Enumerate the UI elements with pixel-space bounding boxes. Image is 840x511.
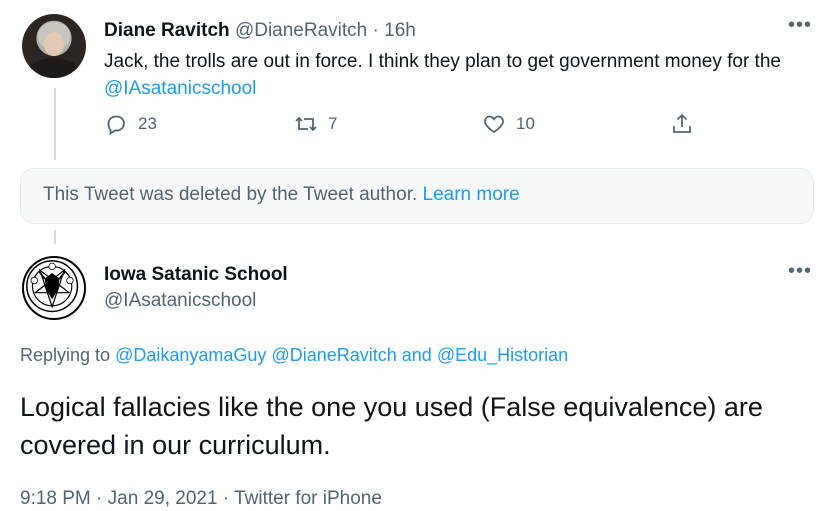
like-icon bbox=[484, 115, 504, 134]
author-handle[interactable]: @IAsatanicschool bbox=[104, 288, 288, 314]
deleted-tweet-notice: This Tweet was deleted by the Tweet auth… bbox=[20, 168, 814, 224]
deleted-notice-text: This Tweet was deleted by the Tweet auth… bbox=[43, 184, 418, 205]
more-icon[interactable]: ••• bbox=[788, 14, 812, 37]
tweet-diane-ravitch[interactable]: Diane Ravitch @DianeRavitch · 16h ••• Ja… bbox=[0, 0, 840, 165]
reply-icon bbox=[107, 115, 125, 136]
thread-line bbox=[54, 230, 56, 244]
retweet-icon bbox=[295, 116, 317, 132]
replying-and[interactable]: and bbox=[402, 345, 432, 365]
tweet-source[interactable]: Twitter for iPhone bbox=[234, 488, 382, 509]
separator-dot: · bbox=[372, 20, 379, 41]
like-count: 10 bbox=[516, 114, 535, 133]
avatar[interactable] bbox=[22, 14, 86, 78]
share-button[interactable] bbox=[670, 112, 694, 136]
mention-link[interactable]: @IAsatanicschool bbox=[104, 78, 256, 99]
more-icon[interactable]: ••• bbox=[788, 260, 812, 283]
separator-dot: · bbox=[96, 488, 103, 509]
tweet-header: Diane Ravitch @DianeRavitch · 16h bbox=[104, 20, 416, 42]
tweet-date[interactable]: Jan 29, 2021 bbox=[108, 488, 218, 509]
tweet-meta: 9:18 PM · Jan 29, 2021 · Twitter for iPh… bbox=[20, 488, 382, 510]
timestamp[interactable]: 16h bbox=[384, 20, 416, 41]
replying-to: Replying to @DaikanyamaGuy @DianeRavitch… bbox=[20, 345, 568, 366]
author-name[interactable]: Diane Ravitch bbox=[104, 20, 230, 41]
like-button[interactable]: 10 bbox=[482, 112, 535, 136]
tweet-time[interactable]: 9:18 PM bbox=[20, 488, 91, 509]
learn-more-link[interactable]: Learn more bbox=[423, 184, 520, 205]
tweet-text-body: Jack, the trolls are out in force. I thi… bbox=[104, 51, 781, 72]
reply-button[interactable]: 23 bbox=[104, 112, 157, 136]
author-name[interactable]: Iowa Satanic School bbox=[104, 264, 288, 285]
retweet-button[interactable]: 7 bbox=[294, 112, 337, 136]
pentagram-icon bbox=[26, 260, 79, 313]
tweet-header: Iowa Satanic School @IAsatanicschool bbox=[104, 262, 288, 314]
tweet-text: Logical fallacies like the one you used … bbox=[20, 392, 763, 460]
mention-link[interactable]: @DianeRavitch bbox=[271, 345, 396, 365]
mention-link[interactable]: @Edu_Historian bbox=[437, 345, 568, 365]
author-handle[interactable]: @DianeRavitch bbox=[235, 20, 367, 41]
tweet-text: Jack, the trolls are out in force. I thi… bbox=[104, 48, 814, 102]
replying-prefix: Replying to bbox=[20, 345, 111, 365]
separator-dot: · bbox=[222, 488, 230, 509]
retweet-count: 7 bbox=[328, 114, 338, 133]
avatar[interactable] bbox=[22, 256, 86, 320]
tweet-actions: 23 7 10 bbox=[104, 112, 704, 142]
reply-count: 23 bbox=[138, 114, 157, 133]
share-icon bbox=[673, 113, 691, 133]
mention-link[interactable]: @DaikanyamaGuy bbox=[115, 345, 266, 365]
